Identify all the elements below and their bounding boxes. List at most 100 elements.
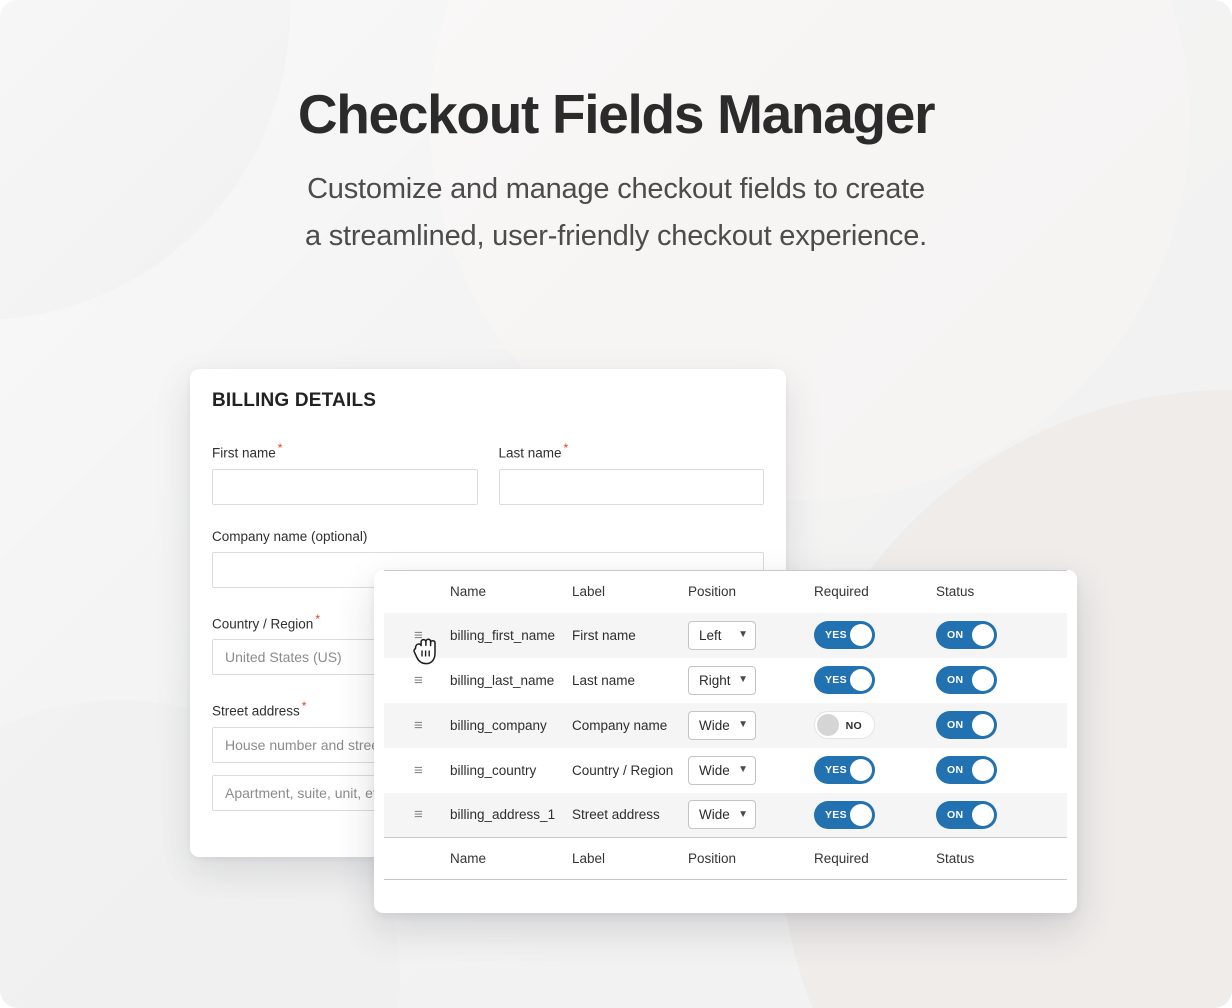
status-toggle[interactable]: ON [936,800,997,829]
required-asterisk-icon: * [563,441,569,455]
row-position-cell: Left ▼ [688,613,814,658]
position-select-value: Wide [699,807,730,823]
position-select[interactable]: Right ▼ [688,665,756,695]
required-toggle[interactable]: YES [814,621,875,649]
required-toggle-label: YES [825,629,847,641]
column-footer-name: Name [450,837,572,880]
row-field-name: billing_country [450,762,537,778]
billing-last-name-label-text: Last name [498,445,562,461]
row-position-cell: Right ▼ [688,658,814,703]
status-toggle[interactable]: ON [936,621,997,649]
table-row[interactable]: ≡ billing_country Country / Region Wide … [384,748,1067,793]
row-drag-cell[interactable]: ≡ [384,748,450,793]
checkout-fields-table: Name Label Position Required Status ≡ bi… [384,570,1067,880]
row-position-cell: Wide ▼ [688,748,814,793]
table-row[interactable]: ≡ billing_last_name Last name Right ▼ YE… [384,658,1067,703]
row-required-cell: YES [814,613,936,658]
toggle-knob [972,669,994,691]
chevron-down-icon: ▼ [738,674,748,685]
status-toggle[interactable]: ON [936,711,997,739]
row-required-cell: YES [814,658,936,703]
chevron-down-icon: ▼ [738,764,748,775]
table-row[interactable]: ≡ billing_first_name First name Left ▼ Y… [384,612,1067,658]
drag-handle-icon[interactable]: ≡ [414,673,430,688]
required-toggle-label: NO [845,720,862,732]
promo-banner: Checkout Fields Manager Customize and ma… [0,0,1232,1008]
drag-handle-icon[interactable]: ≡ [414,718,430,733]
row-field-name: billing_last_name [450,672,555,688]
page-title: Checkout Fields Manager [297,83,936,145]
required-toggle-label: YES [825,764,847,776]
row-required-cell: NO [814,703,936,748]
table-foot: Name Label Position Required Status [384,837,1067,880]
status-toggle[interactable]: ON [936,756,997,784]
required-toggle[interactable]: YES [814,800,875,829]
drag-handle-icon[interactable]: ≡ [414,628,430,643]
checkout-fields-table-card: Name Label Position Required Status ≡ bi… [374,570,1077,913]
toggle-knob [850,759,872,781]
position-select-value: Wide [699,717,730,733]
billing-last-name-input[interactable] [498,468,764,505]
required-toggle-label: YES [825,808,847,821]
column-header-required: Required [814,570,936,613]
row-field-label: First name [572,627,636,643]
hero-section: Checkout Fields Manager Customize and ma… [0,83,1232,260]
page-subtitle-line-1: Customize and manage checkout fields to … [307,172,925,205]
toggle-knob [817,714,839,736]
required-asterisk-icon: * [301,699,307,713]
billing-first-name-label: First name * [212,441,478,461]
row-required-cell: YES [814,793,936,838]
row-status-cell: ON [936,613,1067,658]
billing-company-label: Company name (optional) [212,528,368,544]
chevron-down-icon: ▼ [738,808,748,820]
required-toggle[interactable]: YES [814,756,875,784]
billing-address-label-text: Street address [212,703,300,719]
table-body: ≡ billing_first_name First name Left ▼ Y… [384,612,1067,838]
billing-country-label-text: Country / Region [212,616,314,631]
row-drag-cell[interactable]: ≡ [384,613,450,658]
toggle-knob [972,803,994,826]
row-field-name: billing_address_1 [450,807,556,823]
billing-last-name-label: Last name * [499,441,765,461]
drag-handle-icon[interactable]: ≡ [414,807,430,822]
row-drag-cell[interactable]: ≡ [384,793,450,838]
column-footer-position: Position [688,837,814,880]
column-footer-handle [384,837,450,880]
drag-handle-icon[interactable]: ≡ [414,763,430,778]
required-toggle[interactable]: NO [814,711,875,739]
toggle-knob [850,669,872,691]
billing-first-name-group: First name * [212,441,478,505]
row-drag-cell[interactable]: ≡ [384,658,450,703]
row-drag-cell[interactable]: ≡ [384,703,450,748]
position-select-value: Wide [699,762,730,778]
column-header-label: Label [572,570,688,613]
required-toggle[interactable]: YES [814,666,875,694]
page-subtitle: Customize and manage checkout fields to … [0,166,1232,260]
status-toggle-label: ON [947,719,964,731]
position-select[interactable]: Wide ▼ [688,710,756,740]
position-select[interactable]: Wide ▼ [688,755,756,785]
page-subtitle-line-2: a streamlined, user-friendly checkout ex… [304,219,928,252]
column-header-name: Name [450,570,572,613]
position-select[interactable]: Wide ▼ [688,800,756,830]
status-toggle[interactable]: ON [936,666,997,694]
billing-name-row: First name * Last name * [212,441,764,505]
status-toggle-label: ON [947,674,964,686]
billing-first-name-label-text: First name [212,445,276,461]
position-select-value: Left [699,627,722,643]
row-field-label: Street address [572,807,660,823]
billing-first-name-input[interactable] [212,468,478,505]
column-header-position: Position [688,570,814,613]
required-toggle-label: YES [825,674,847,686]
toggle-knob [972,624,994,646]
row-status-cell: ON [936,793,1067,838]
required-asterisk-icon: * [277,441,283,455]
row-field-name: billing_company [450,717,547,733]
position-select[interactable]: Left ▼ [688,620,756,650]
row-position-cell: Wide ▼ [688,703,814,748]
toggle-knob [850,803,872,826]
table-row[interactable]: ≡ billing_company Company name Wide ▼ NO [384,702,1067,748]
billing-details-heading: BILLING DETAILS [212,390,377,411]
table-row[interactable]: ≡ billing_address_1 Street address Wide … [384,792,1067,838]
column-header-status: Status [936,570,1067,613]
